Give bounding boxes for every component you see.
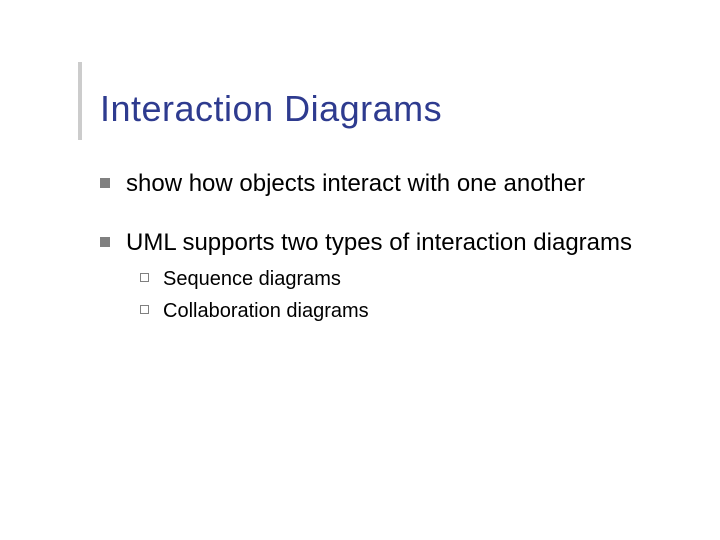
sub-bullet-text: Collaboration diagrams	[163, 298, 369, 324]
sub-bullet-text: Sequence diagrams	[163, 266, 341, 292]
sub-bullet-square-icon	[140, 273, 149, 282]
bullet-square-icon	[100, 237, 110, 247]
slide-content: show how objects interact with one anoth…	[100, 168, 660, 330]
bullet-text: show how objects interact with one anoth…	[126, 168, 585, 199]
bullet-square-icon	[100, 178, 110, 188]
sub-bullet-item: Sequence diagrams	[140, 266, 660, 292]
sub-bullet-item: Collaboration diagrams	[140, 298, 660, 324]
title-accent-bar	[78, 62, 82, 140]
bullet-text: UML supports two types of interaction di…	[126, 227, 632, 258]
bullet-item: UML supports two types of interaction di…	[100, 227, 660, 258]
sub-bullet-square-icon	[140, 305, 149, 314]
sub-bullet-list: Sequence diagrams Collaboration diagrams	[140, 266, 660, 324]
bullet-item: show how objects interact with one anoth…	[100, 168, 660, 199]
slide-title: Interaction Diagrams	[100, 88, 442, 130]
